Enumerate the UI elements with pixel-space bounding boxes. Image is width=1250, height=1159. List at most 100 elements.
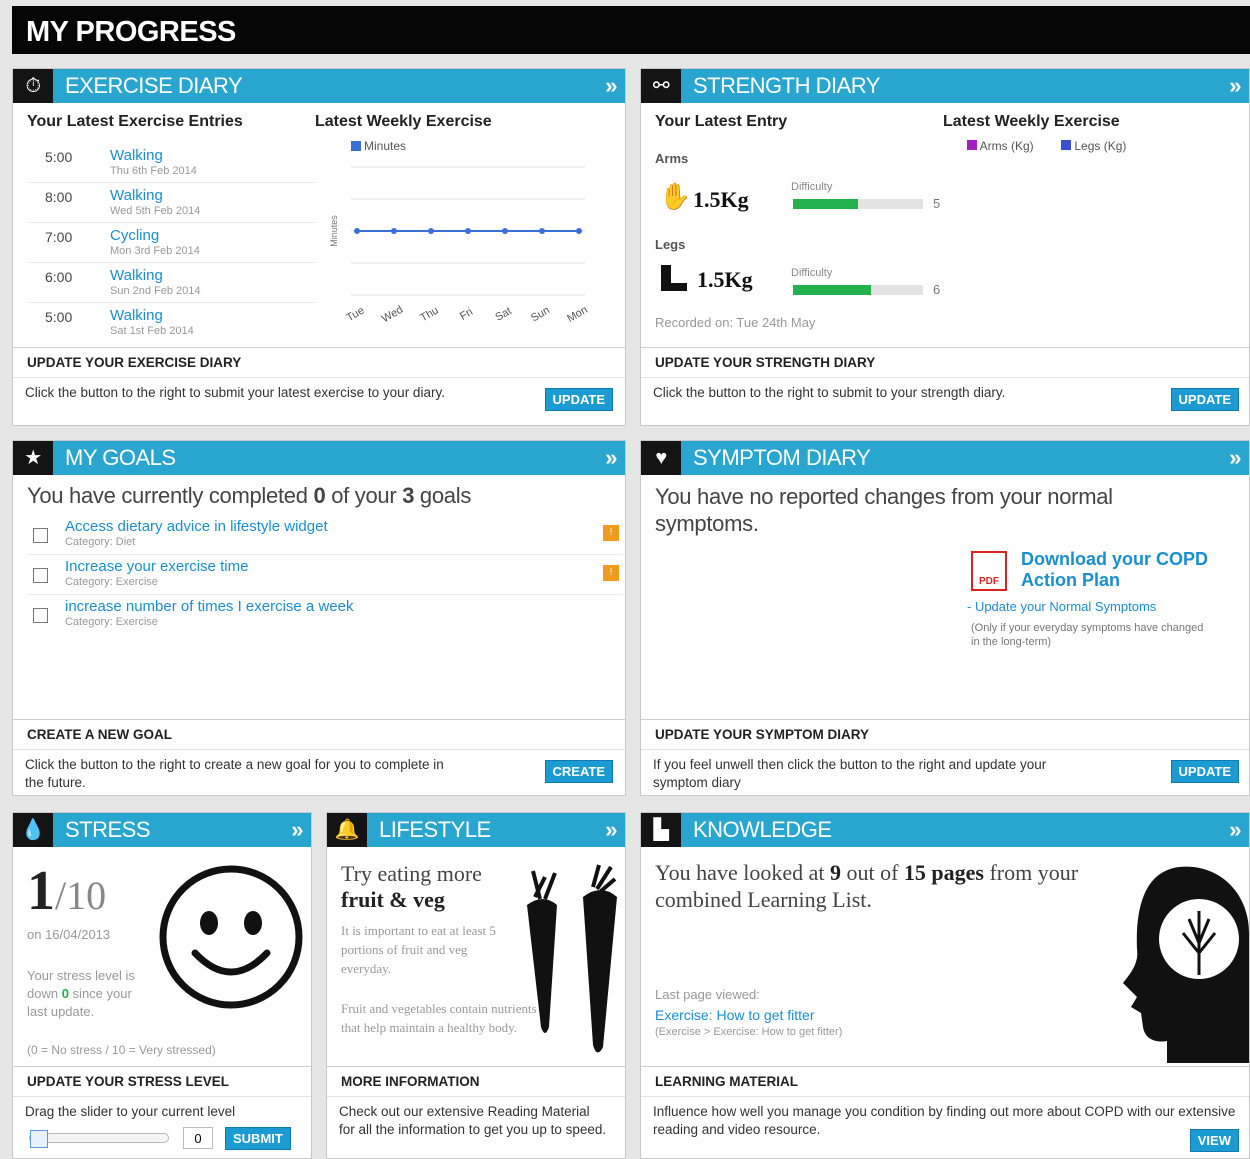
symptom-footer-text: If you feel unwell then click the button… [653, 757, 1047, 790]
data-point [354, 228, 360, 234]
legend-swatch-arms [967, 140, 977, 150]
goal-checkbox[interactable] [33, 568, 48, 583]
goals-footer: CREATE A NEW GOAL Click the button to th… [13, 719, 625, 795]
arms-difficulty-label: Difficulty [791, 181, 833, 193]
stress-level: 1 [27, 860, 55, 922]
last-page-path: (Exercise > Exercise: How to get fitter) [655, 1026, 843, 1038]
expand-chevron-icon[interactable]: » [291, 813, 303, 847]
stress-panel: 💧 STRESS » 1/10 on 16/04/2013 Your stres… [12, 812, 312, 1159]
update-normal-symptoms-link[interactable]: - Update your Normal Symptoms [967, 599, 1156, 614]
alert-flag-icon[interactable]: ! [603, 565, 619, 581]
lifestyle-header[interactable]: 🔔 LIFESTYLE » [327, 813, 625, 847]
expand-chevron-icon[interactable]: » [605, 69, 617, 103]
exercise-footer-title: UPDATE YOUR EXERCISE DIARY [13, 348, 625, 378]
exercise-footer: UPDATE YOUR EXERCISE DIARY Click the but… [13, 347, 625, 425]
exercise-entry[interactable]: 5:00 Walking Sat 1st Feb 2014 [27, 303, 317, 343]
exercise-footer-text: Click the button to the right to submit … [25, 385, 445, 400]
lifestyle-paragraph-2: Fruit and vegetables contain nutrients t… [341, 1001, 537, 1035]
symptom-message: You have no reported changes from your n… [655, 484, 1113, 536]
entry-date: Sun 2nd Feb 2014 [110, 285, 201, 297]
x-tick-label: Tue [344, 305, 366, 325]
data-point [465, 228, 471, 234]
data-point [502, 228, 508, 234]
lifestyle-headline-line2: fruit & veg [341, 887, 445, 912]
stress-slider-track[interactable] [29, 1130, 169, 1148]
stress-slider-thumb[interactable] [30, 1130, 48, 1148]
goal-item: Access dietary advice in lifestyle widge… [27, 515, 623, 555]
my-goals-panel: ★ MY GOALS » You have currently complete… [12, 440, 626, 796]
exercise-entry[interactable]: 5:00 Walking Thu 6th Feb 2014 [27, 143, 317, 183]
lifestyle-headline: Try eating more fruit & veg [341, 861, 482, 913]
lifestyle-paragraph-1: It is important to eat at least 5 portio… [341, 923, 496, 976]
expand-chevron-icon[interactable]: » [605, 441, 617, 475]
entry-activity-link[interactable]: Walking [110, 267, 163, 284]
goals-summary-text: You have currently completed [27, 483, 314, 508]
x-tick-label: Fri [458, 306, 475, 323]
legs-difficulty-value: 6 [933, 282, 941, 297]
goal-link[interactable]: Increase your exercise time [65, 558, 248, 575]
expand-chevron-icon[interactable]: » [1229, 69, 1241, 103]
entry-activity-link[interactable]: Walking [110, 307, 163, 324]
goals-total-count: 3 [402, 483, 415, 508]
strength-footer: UPDATE YOUR STRENGTH DIARY Click the but… [641, 347, 1249, 425]
knowledge-footer-title: LEARNING MATERIAL [641, 1067, 1249, 1097]
data-point [576, 228, 582, 234]
goal-link[interactable]: increase number of times I exercise a we… [65, 598, 353, 615]
download-copd-plan-link[interactable]: Download your COPD Action Plan [1021, 549, 1231, 591]
update-symptom-button[interactable]: UPDATE [1170, 760, 1239, 783]
stress-scale-note: (0 = No stress / 10 = Very stressed) [27, 1043, 216, 1057]
alert-flag-icon[interactable]: ! [603, 525, 619, 541]
goal-checkbox[interactable] [33, 608, 48, 623]
view-learning-button[interactable]: VIEW [1189, 1129, 1239, 1152]
goals-summary: You have currently completed 0 of your 3… [27, 483, 471, 509]
update-exercise-button[interactable]: UPDATE [544, 388, 613, 411]
expand-chevron-icon[interactable]: » [1229, 441, 1241, 475]
symptom-footer-title: UPDATE YOUR SYMPTOM DIARY [641, 720, 1249, 750]
legend-label-arms: Arms (Kg) [979, 139, 1034, 153]
exercise-entry[interactable]: 8:00 Walking Wed 5th Feb 2014 [27, 183, 317, 223]
stress-header[interactable]: 💧 STRESS » [13, 813, 311, 847]
expand-chevron-icon[interactable]: » [605, 813, 617, 847]
goals-summary-text: of your [325, 483, 403, 508]
entry-time: 8:00 [45, 189, 73, 205]
weekly-exercise-chart: Minutes Minutes Tue Wed Thu Fri Sat Sun Mon [329, 139, 590, 325]
lifestyle-footer-title: MORE INFORMATION [327, 1067, 625, 1097]
strength-diary-header[interactable]: ⚯ STRENGTH DIARY » [641, 69, 1249, 103]
entry-activity-link[interactable]: Cycling [110, 227, 159, 244]
stress-footer: UPDATE YOUR STRESS LEVEL Drag the slider… [13, 1066, 311, 1158]
update-strength-button[interactable]: UPDATE [1170, 388, 1239, 411]
smiley-face-icon [159, 865, 303, 1009]
stress-score: 1/10 [27, 859, 106, 923]
strength-diary-title: STRENGTH DIARY [693, 73, 880, 98]
latest-entry-heading: Your Latest Entry [655, 113, 788, 130]
goal-link[interactable]: Access dietary advice in lifestyle widge… [65, 518, 328, 535]
last-page-link[interactable]: Exercise: How to get fitter [655, 1007, 815, 1023]
my-goals-header[interactable]: ★ MY GOALS » [13, 441, 625, 475]
stress-value-input[interactable] [183, 1127, 213, 1149]
create-goal-button[interactable]: CREATE [544, 760, 613, 783]
knowledge-header[interactable]: ▙ KNOWLEDGE » [641, 813, 1249, 847]
head-brain-icon [1123, 866, 1249, 1063]
entry-activity-link[interactable]: Walking [110, 187, 163, 204]
goals-completed-count: 0 [313, 483, 326, 508]
data-point [391, 228, 397, 234]
exercise-diary-header[interactable]: ⏱ EXERCISE DIARY » [13, 69, 625, 103]
expand-chevron-icon[interactable]: » [1229, 813, 1241, 847]
pages-total-count: 15 pages [903, 860, 984, 885]
goal-checkbox[interactable] [33, 528, 48, 543]
arms-difficulty-value: 5 [933, 196, 941, 211]
star-icon: ★ [13, 441, 53, 475]
knowledge-summary: You have looked at 9 out of 15 pages fro… [655, 859, 1135, 913]
strength-weekly-heading: Latest Weekly Exercise [943, 113, 1120, 130]
exercise-entry[interactable]: 6:00 Walking Sun 2nd Feb 2014 [27, 263, 317, 303]
entry-date: Wed 5th Feb 2014 [110, 205, 201, 217]
dumbbell-icon: ⚯ [641, 69, 681, 103]
entry-activity-link[interactable]: Walking [110, 147, 163, 164]
x-tick-label: Sat [493, 305, 513, 324]
exercise-entry[interactable]: 7:00 Cycling Mon 3rd Feb 2014 [27, 223, 317, 263]
legend-label-legs: Legs (Kg) [1074, 139, 1127, 153]
symptom-diary-header[interactable]: ♥ SYMPTOM DIARY » [641, 441, 1249, 475]
arms-weight: 1.5Kg [693, 187, 749, 212]
stopwatch-icon: ⏱ [13, 69, 53, 103]
submit-stress-button[interactable]: SUBMIT [225, 1127, 291, 1150]
